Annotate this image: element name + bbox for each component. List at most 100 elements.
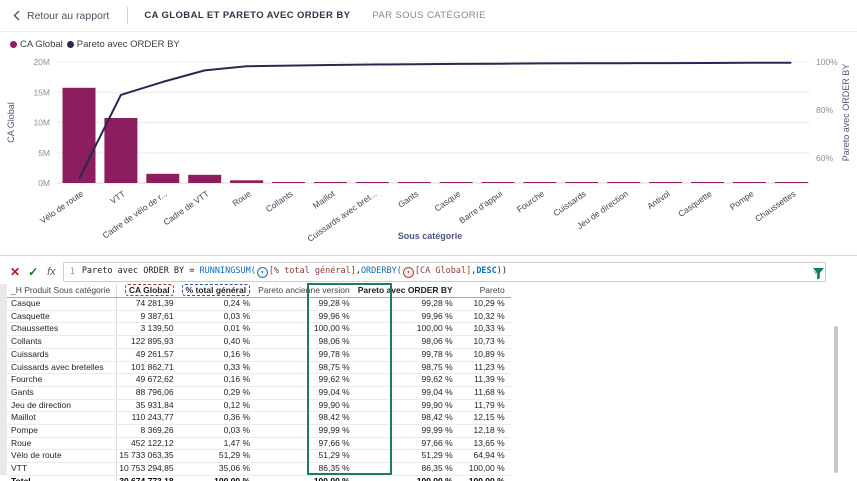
column-header[interactable]: % total général (180, 284, 256, 298)
table-cell: 10 753 294,85 (117, 463, 180, 476)
x-axis-label: Collants (264, 188, 295, 214)
table-row[interactable]: Fourche49 672,620,16 %99,62 %99,62 %11,3… (7, 374, 511, 387)
y-left-tick: 20M (33, 57, 50, 67)
table-cell: 49 261,57 (117, 348, 180, 361)
bar[interactable] (649, 182, 682, 183)
table-cell: Gants (7, 386, 117, 399)
table-cell: 122 895,93 (117, 336, 180, 349)
data-table: _H Produit Sous catégorieCA Global% tota… (7, 284, 511, 481)
table-row[interactable]: Casque74 281,390,24 %99,28 %99,28 %10,29… (7, 298, 511, 311)
bar[interactable] (146, 174, 179, 183)
table-row[interactable]: Cuissards49 261,570,16 %99,78 %99,78 %10… (7, 348, 511, 361)
table-cell: 11,79 % (459, 399, 511, 412)
table-cell: 99,78 % (256, 348, 356, 361)
column-header[interactable]: _H Produit Sous catégorie (7, 284, 117, 298)
table-row[interactable]: Vélo de route15 733 063,3551,29 %51,29 %… (7, 450, 511, 463)
bar[interactable] (314, 182, 347, 183)
table-left-gutter (0, 284, 7, 475)
table-cell: 51,29 % (356, 450, 459, 463)
tab-ca-global-pareto[interactable]: CA GLOBAL ET PARETO AVEC ORDER BY (144, 10, 350, 21)
y-left-tick: 0M (38, 178, 50, 188)
bar[interactable] (230, 180, 263, 183)
bar[interactable] (775, 182, 808, 183)
table-cell: 10,89 % (459, 348, 511, 361)
table-row[interactable]: Casquette9 387,610,03 %99,96 %99,96 %10,… (7, 310, 511, 323)
table-cell: Cuissards (7, 348, 117, 361)
pareto-combo-chart[interactable]: 0M5M10M15M20M60%80%100%Vélo de routeVTTC… (0, 32, 857, 260)
table-row[interactable]: Chaussettes3 139,500,01 %100,00 %100,00 … (7, 323, 511, 336)
table-cell: 10,33 % (459, 323, 511, 336)
x-axis-label: Pompe (728, 188, 756, 212)
table-cell: 99,90 % (356, 399, 459, 412)
table-row[interactable]: Gants88 796,060,29 %99,04 %99,04 %11,68 … (7, 386, 511, 399)
commit-formula-icon[interactable]: ✓ (28, 265, 38, 279)
bar[interactable] (691, 182, 724, 183)
bar[interactable] (63, 88, 96, 183)
column-header[interactable]: CA Global (117, 284, 180, 298)
dax-token: Pareto avec ORDER BY = (82, 266, 200, 276)
table-cell: Total (7, 475, 117, 481)
bar[interactable] (356, 182, 389, 183)
dax-formula-input[interactable]: 1 Pareto avec ORDER BY = RUNNINGSUM(▾[% … (63, 262, 826, 282)
bar[interactable] (104, 118, 137, 183)
bar[interactable] (272, 182, 305, 183)
x-axis-label: Maillot (311, 188, 337, 211)
table-cell: 100,00 % (256, 475, 356, 481)
table-row[interactable]: Jeu de direction35 931,840,12 %99,90 %99… (7, 399, 511, 412)
pareto-line[interactable] (79, 63, 791, 179)
bar[interactable] (565, 182, 598, 183)
table-row[interactable]: Roue452 122,121,47 %97,66 %97,66 %13,65 … (7, 437, 511, 450)
y-right-tick: 100% (816, 57, 838, 67)
column-header[interactable]: Pareto avec ORDER BY (356, 284, 459, 298)
table-cell: 0,33 % (180, 361, 256, 374)
table-cell: 98,06 % (256, 336, 356, 349)
table-cell: 13,65 % (459, 437, 511, 450)
table-cell: Fourche (7, 374, 117, 387)
filter-funnel-icon[interactable] (812, 267, 825, 280)
back-to-report-button[interactable]: Retour au rapport (13, 10, 109, 22)
table-cell: 11,68 % (459, 386, 511, 399)
dropdown-circle-icon[interactable]: ▾ (257, 267, 268, 278)
table-cell: 452 122,12 (117, 437, 180, 450)
table-row[interactable]: Cuissards avec bretelles101 862,710,33 %… (7, 361, 511, 374)
table-cell: 1,47 % (180, 437, 256, 450)
table-row[interactable]: Collants122 895,930,40 %98,06 %98,06 %10… (7, 336, 511, 349)
y-right-tick: 80% (816, 105, 833, 115)
table-cell: 35 931,84 (117, 399, 180, 412)
dax-formula-text: Pareto avec ORDER BY = RUNNINGSUM(▾[% to… (82, 266, 507, 279)
table-row[interactable]: VTT10 753 294,8535,06 %86,35 %86,35 %100… (7, 463, 511, 476)
table-cell: 74 281,39 (117, 298, 180, 311)
x-axis-label: Fourche (515, 188, 547, 214)
table-cell: 99,28 % (256, 298, 356, 311)
column-header[interactable]: Pareto (459, 284, 511, 298)
table-cell: 49 672,62 (117, 374, 180, 387)
x-axis-label: Casque (433, 188, 463, 213)
table-row[interactable]: Pompe8 369,260,03 %99,99 %99,99 %12,18 % (7, 425, 511, 438)
table-row[interactable]: Total30 674 773,18100,00 %100,00 %100,00… (7, 475, 511, 481)
bar[interactable] (398, 182, 431, 183)
y-left-axis-title: CA Global (6, 102, 16, 143)
bar[interactable] (482, 182, 515, 183)
table-row[interactable]: Maillot110 243,770,36 %98,42 %98,42 %12,… (7, 412, 511, 425)
bar[interactable] (188, 175, 221, 183)
x-axis-label: Vélo de route (38, 188, 85, 225)
bar[interactable] (523, 182, 556, 183)
column-header[interactable]: Pareto ancienne version (256, 284, 356, 298)
cancel-formula-icon[interactable]: ✕ (10, 265, 20, 279)
y-left-tick: 15M (33, 87, 50, 97)
tab-par-sous-categorie[interactable]: PAR SOUS CATÉGORIE (372, 10, 485, 21)
table-cell: 51,29 % (180, 450, 256, 463)
vertical-scrollbar[interactable] (834, 326, 838, 473)
table-cell: 64,94 % (459, 450, 511, 463)
x-axis-label: Cadre de VTT (161, 188, 210, 227)
bar[interactable] (607, 182, 640, 183)
dax-token: ORDERBY( (361, 266, 402, 276)
formula-line-number: 1 (70, 267, 75, 277)
table-cell: Vélo de route (7, 450, 117, 463)
chevron-left-icon (13, 10, 20, 21)
bar[interactable] (440, 182, 473, 183)
bar[interactable] (733, 182, 766, 183)
dropdown-circle-icon[interactable]: ▾ (403, 267, 414, 278)
table-cell: 12,15 % (459, 412, 511, 425)
table-cell: 0,29 % (180, 386, 256, 399)
